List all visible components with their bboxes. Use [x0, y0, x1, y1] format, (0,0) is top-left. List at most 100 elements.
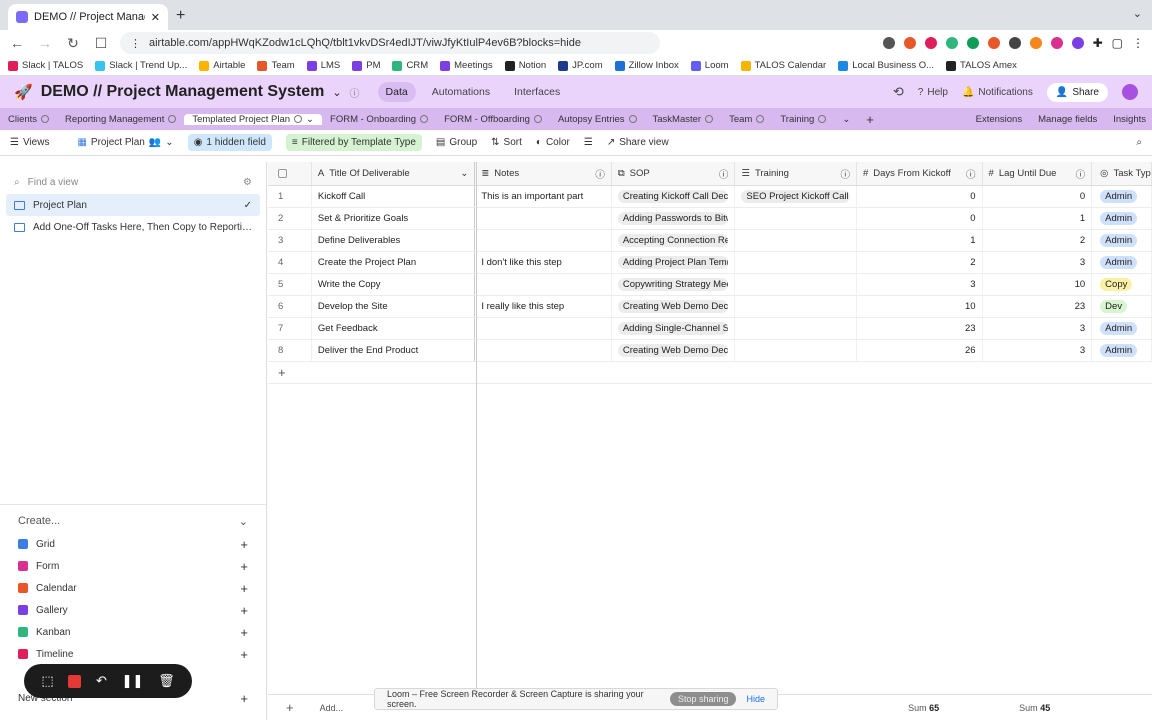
- days-summary[interactable]: Sum 65: [908, 703, 939, 713]
- trash-icon[interactable]: 🗑: [158, 673, 175, 689]
- table-tab[interactable]: Training: [772, 114, 834, 125]
- cell-task-type[interactable]: Admin: [1092, 340, 1152, 361]
- cell-notes[interactable]: [475, 318, 612, 339]
- table-tab[interactable]: Autopsy Entries: [550, 114, 645, 125]
- sop-link-chip[interactable]: Adding Single-Channel Slack: [617, 322, 729, 335]
- create-kanban-view[interactable]: Kanban +: [0, 621, 266, 643]
- bookmark-item[interactable]: Local Business O...: [838, 60, 934, 71]
- cell-training[interactable]: [735, 318, 857, 339]
- table-tab[interactable]: FORM - Onboarding: [322, 114, 436, 125]
- cell-days-from-kickoff[interactable]: 0: [857, 208, 983, 229]
- cell-lag-until-due[interactable]: 2: [983, 230, 1093, 251]
- avatar[interactable]: [1122, 84, 1138, 100]
- bookmark-item[interactable]: Zillow Inbox: [614, 60, 679, 71]
- sop-link-chip[interactable]: Creating Web Demo Decks: [617, 344, 729, 357]
- cell-sop[interactable]: Adding Single-Channel Slack: [612, 318, 736, 339]
- training-link-chip[interactable]: SEO Project Kickoff Call: [741, 190, 850, 203]
- column-notes[interactable]: ≣ Notes ⓘ: [475, 162, 612, 185]
- pause-icon[interactable]: ❚❚: [122, 673, 144, 689]
- cell-days-from-kickoff[interactable]: 2: [857, 252, 983, 273]
- cell-lag-until-due[interactable]: 1: [983, 208, 1093, 229]
- create-grid-view[interactable]: Grid +: [0, 533, 266, 555]
- undo-icon[interactable]: ↶: [96, 673, 107, 689]
- cell-sop[interactable]: Adding Project Plan Templates: [612, 252, 736, 273]
- table-row[interactable]: 8 Deliver the End Product Creating Web D…: [268, 340, 1152, 362]
- table-tab[interactable]: Clients: [0, 114, 57, 125]
- site-info-icon[interactable]: ⋮: [130, 37, 141, 50]
- tab-search-icon[interactable]: ▢: [1112, 36, 1123, 50]
- bookmark-item[interactable]: Meetings: [440, 60, 493, 71]
- cell-notes[interactable]: [475, 274, 612, 295]
- more-tables-icon[interactable]: ⌄: [834, 108, 858, 130]
- table-row[interactable]: 7 Get Feedback Adding Single-Channel Sla…: [268, 318, 1152, 340]
- hide-banner-button[interactable]: Hide: [746, 694, 765, 704]
- add-record-footer-button[interactable]: Add...: [320, 703, 344, 713]
- column-task-type[interactable]: ◎ Task Type: [1092, 162, 1152, 185]
- cell-lag-until-due[interactable]: 3: [983, 340, 1093, 361]
- cell-training[interactable]: [735, 252, 857, 273]
- camera-icon[interactable]: ⬚: [41, 673, 53, 689]
- cell-title[interactable]: Set & Prioritize Goals: [312, 208, 476, 229]
- puzzle-icon[interactable]: ✚: [1093, 36, 1103, 50]
- cell-lag-until-due[interactable]: 3: [983, 252, 1093, 273]
- cell-sop[interactable]: Accepting Connection Requests: [612, 230, 736, 251]
- new-tab-icon[interactable]: +: [176, 7, 185, 25]
- cell-task-type[interactable]: Admin: [1092, 208, 1152, 229]
- column-lag-until-due[interactable]: # Lag Until Due ⓘ: [983, 162, 1093, 185]
- cell-task-type[interactable]: Copy: [1092, 274, 1152, 295]
- cell-task-type[interactable]: Dev: [1092, 296, 1152, 317]
- table-tab[interactable]: TaskMaster: [645, 114, 722, 125]
- add-record-plus-icon[interactable]: +: [286, 700, 294, 715]
- view-switcher[interactable]: ▦ Project Plan 👥 ⌄: [77, 137, 173, 148]
- select-all-checkbox[interactable]: [268, 162, 312, 185]
- sop-link-chip[interactable]: Creating Kickoff Call Decks: [617, 190, 729, 203]
- bookmark-item[interactable]: Slack | TALOS: [8, 60, 83, 71]
- stop-sharing-button[interactable]: Stop sharing: [669, 692, 737, 706]
- sop-link-chip[interactable]: Adding Project Plan Templates: [617, 256, 729, 269]
- create-timeline-view[interactable]: Timeline +: [0, 643, 266, 665]
- bookmark-item[interactable]: Slack | Trend Up...: [95, 60, 187, 71]
- bookmark-item[interactable]: Team: [257, 60, 295, 71]
- share-view-button[interactable]: ↗ Share view: [607, 137, 669, 148]
- table-row[interactable]: 5 Write the Copy Copywriting Strategy Me…: [268, 274, 1152, 296]
- stop-recording-button[interactable]: [68, 674, 82, 688]
- bookmark-item[interactable]: TALOS Amex: [946, 60, 1017, 71]
- manage-fields-button[interactable]: Manage fields: [1038, 114, 1097, 125]
- table-row[interactable]: 1 Kickoff Call This is an important part…: [268, 186, 1152, 208]
- create-calendar-view[interactable]: Calendar +: [0, 577, 266, 599]
- row-height-button[interactable]: ☰: [584, 137, 593, 148]
- cell-notes[interactable]: [475, 230, 612, 251]
- tab-data[interactable]: Data: [377, 82, 416, 102]
- cell-task-type[interactable]: Admin: [1092, 252, 1152, 273]
- extension-pink-icon[interactable]: [1050, 37, 1063, 49]
- sort-button[interactable]: ⇅ Sort: [491, 137, 522, 148]
- sop-link-chip[interactable]: Adding Passwords to Bitwarden: [617, 212, 729, 225]
- views-toggle[interactable]: ☰ Views: [10, 137, 49, 148]
- cell-notes[interactable]: This is an important part: [475, 186, 612, 207]
- bookmark-item[interactable]: Notion: [504, 60, 546, 71]
- table-row[interactable]: 3 Define Deliverables Accepting Connecti…: [268, 230, 1152, 252]
- create-header[interactable]: Create... ⌄: [0, 509, 266, 533]
- bookmark-item[interactable]: JP.com: [558, 60, 603, 71]
- cell-title[interactable]: Get Feedback: [312, 318, 476, 339]
- sop-link-chip[interactable]: Copywriting Strategy Meeting: [617, 278, 729, 291]
- cell-title[interactable]: Develop the Site: [312, 296, 476, 317]
- tab-interfaces[interactable]: Interfaces: [506, 82, 568, 102]
- column-title[interactable]: A Title Of Deliverable ⌄: [312, 162, 476, 185]
- cell-title[interactable]: Kickoff Call: [312, 186, 476, 207]
- cell-lag-until-due[interactable]: 23: [983, 296, 1093, 317]
- cell-notes[interactable]: [475, 340, 612, 361]
- table-tab[interactable]: FORM - Offboarding: [436, 114, 550, 125]
- cell-days-from-kickoff[interactable]: 1: [857, 230, 983, 251]
- cell-sop[interactable]: Creating Kickoff Call Decks: [612, 186, 736, 207]
- extensions-button[interactable]: Extensions: [976, 114, 1022, 125]
- cell-days-from-kickoff[interactable]: 3: [857, 274, 983, 295]
- close-tab-icon[interactable]: ✕: [151, 11, 160, 24]
- cell-title[interactable]: Create the Project Plan: [312, 252, 476, 273]
- camera-icon[interactable]: [882, 37, 895, 49]
- history-icon[interactable]: ⟲: [893, 84, 904, 100]
- color-button[interactable]: ◐ Color: [536, 137, 570, 148]
- sidebar-view-item[interactable]: Project Plan ✓: [6, 194, 260, 216]
- tab-automations[interactable]: Automations: [424, 82, 498, 102]
- column-sop[interactable]: ⧉ SOP ⓘ: [612, 162, 736, 185]
